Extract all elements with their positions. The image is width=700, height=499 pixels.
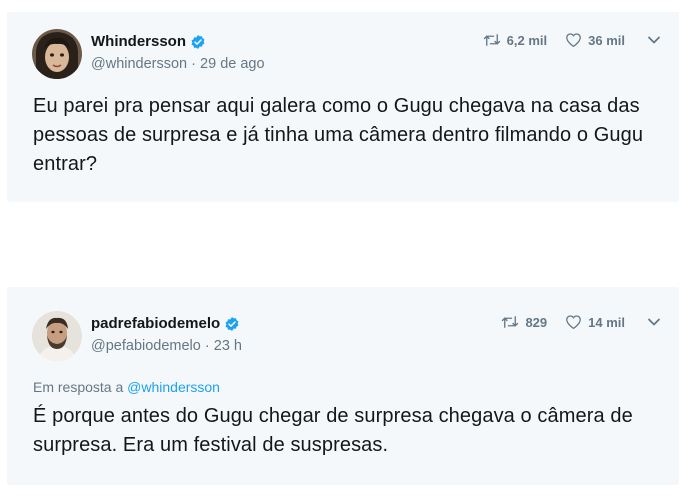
retweet-count: 829 <box>525 314 548 330</box>
tweet-card-padrefabiodemelo[interactable]: padrefabiodemelo @pefabiodemelo · 23 h 8… <box>7 287 679 485</box>
avatar[interactable] <box>32 29 82 79</box>
tweet-text: É porque antes do Gugu chegar de surpres… <box>33 405 633 456</box>
author-name-row[interactable]: Whindersson <box>91 33 206 50</box>
retweet-button[interactable]: 6,2 mil <box>483 32 547 48</box>
verified-badge-icon <box>190 34 206 50</box>
display-name[interactable]: padrefabiodemelo <box>91 315 220 332</box>
author-name-row[interactable]: padrefabiodemelo <box>91 315 240 332</box>
like-button[interactable]: 36 mil <box>565 32 625 48</box>
like-count: 36 mil <box>588 32 625 48</box>
separator: · <box>191 56 197 72</box>
reply-prefix: Em resposta a <box>33 379 124 395</box>
tweet-text: Eu parei pra pensar aqui galera como o G… <box>33 95 644 175</box>
retweet-icon <box>483 32 501 48</box>
reply-context: Em resposta a @whindersson <box>33 379 220 395</box>
tweet-actions: 829 14 mil <box>501 314 661 330</box>
retweet-icon <box>501 314 519 330</box>
timestamp[interactable]: 23 h <box>214 338 242 354</box>
handle-row: @pefabiodemelo · 23 h <box>91 338 242 354</box>
handle[interactable]: @pefabiodemelo <box>91 338 201 354</box>
display-name[interactable]: Whindersson <box>91 33 186 50</box>
handle[interactable]: @whindersson <box>91 56 187 72</box>
chevron-down-icon <box>647 35 661 45</box>
retweet-count: 6,2 mil <box>506 32 548 48</box>
like-button[interactable]: 14 mil <box>565 314 625 330</box>
heart-icon <box>565 32 582 48</box>
timestamp[interactable]: 29 de ago <box>200 56 265 72</box>
separator: · <box>204 338 210 354</box>
tweet-actions: 6,2 mil 36 mil <box>483 32 661 48</box>
like-count: 14 mil <box>588 314 625 330</box>
retweet-button[interactable]: 829 <box>501 314 547 330</box>
more-options-button[interactable] <box>647 317 661 327</box>
tweet-card-whindersson[interactable]: Whindersson @whindersson · 29 de ago 6,2… <box>7 12 679 202</box>
verified-badge-icon <box>224 316 240 332</box>
handle-row: @whindersson · 29 de ago <box>91 56 265 72</box>
more-options-button[interactable] <box>647 35 661 45</box>
reply-to-link[interactable]: @whindersson <box>127 379 220 395</box>
chevron-down-icon <box>647 317 661 327</box>
heart-icon <box>565 314 582 330</box>
avatar[interactable] <box>32 311 82 361</box>
